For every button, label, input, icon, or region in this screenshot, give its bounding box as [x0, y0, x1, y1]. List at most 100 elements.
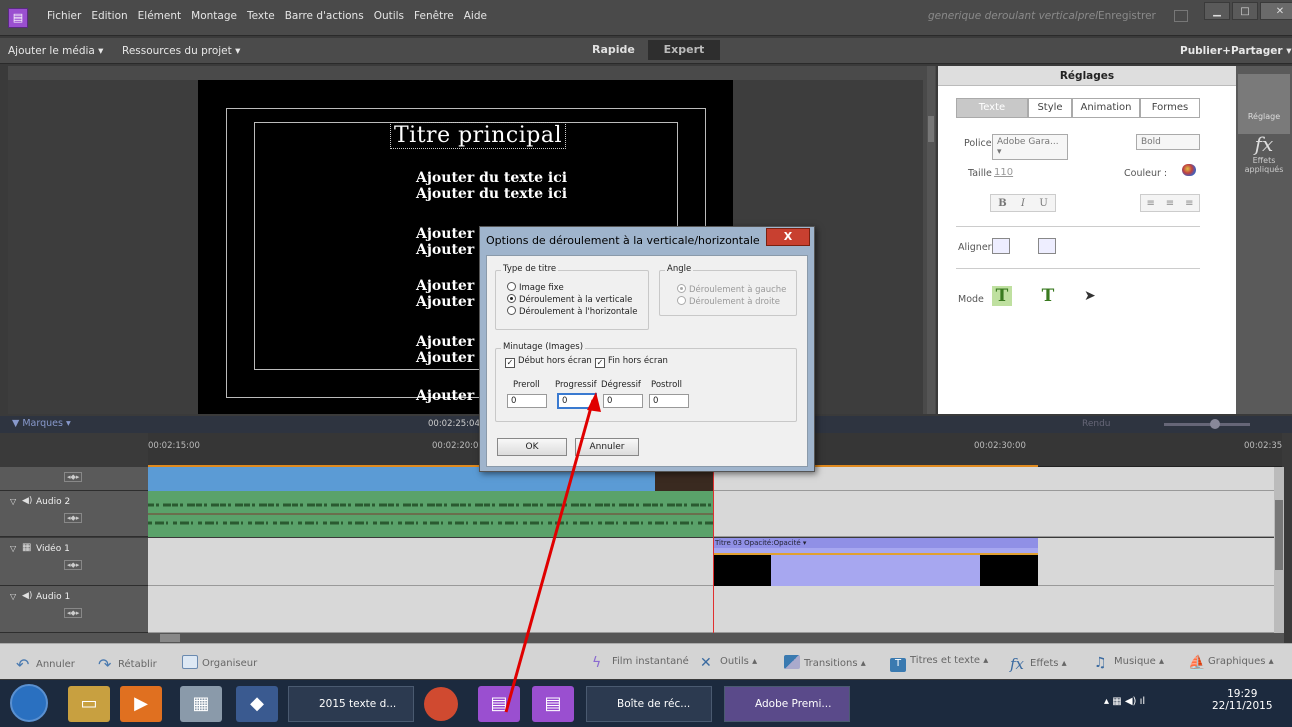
file-explorer-icon[interactable]: ▭: [68, 686, 110, 722]
menu-fenetre[interactable]: Fenêtre: [409, 10, 459, 22]
cancel-button[interactable]: Annuler: [575, 438, 639, 456]
redo-button[interactable]: ↷ Rétablir: [98, 655, 157, 674]
end-offscreen-checkbox[interactable]: ✓ Fin hors écran: [595, 356, 668, 368]
save-button[interactable]: Enregistrer: [1098, 10, 1156, 22]
align-vertical-center-icon[interactable]: [1038, 238, 1056, 254]
reglage-button[interactable]: Réglage: [1238, 74, 1290, 134]
italic-button[interactable]: I: [1021, 198, 1025, 209]
menu-aide[interactable]: Aide: [459, 10, 492, 22]
premiere-elements-icon[interactable]: ▤: [478, 686, 520, 722]
taskbar-task-active[interactable]: Adobe Premi...: [724, 686, 850, 722]
music-button[interactable]: ♫ Musique ▴: [1094, 655, 1164, 671]
align-right-icon[interactable]: ≡: [1185, 198, 1193, 209]
text-line[interactable]: Ajouter: [416, 294, 474, 310]
start-button[interactable]: [10, 684, 48, 722]
text-line[interactable]: Ajouter: [416, 226, 474, 242]
menu-element[interactable]: Elément: [133, 10, 186, 22]
menu-edition[interactable]: Edition: [86, 10, 132, 22]
font-family-select[interactable]: Adobe Gara... ▾: [992, 134, 1068, 160]
menu-barre-actions[interactable]: Barre d'actions: [280, 10, 369, 22]
track-nav-control[interactable]: ◂◆▸: [64, 608, 83, 618]
track-nav-control[interactable]: ◂◆▸: [64, 560, 83, 570]
system-clock[interactable]: 19:29 22/11/2015: [1212, 688, 1273, 712]
menu-montage[interactable]: Montage: [186, 10, 242, 22]
mode-expert-tab[interactable]: Expert: [648, 40, 720, 60]
collapse-icon[interactable]: ▽: [10, 592, 16, 601]
radio-horizontal-scroll[interactable]: Déroulement à l'horizontale: [507, 306, 637, 317]
minimize-button[interactable]: ▁: [1204, 2, 1230, 20]
text-line[interactable]: Ajouter du texte ici: [416, 170, 567, 186]
text-line[interactable]: Ajouter: [416, 350, 474, 366]
track-lane[interactable]: [148, 538, 1274, 586]
tools-button[interactable]: ✕ Outils ▴: [700, 655, 757, 671]
align-center-icon[interactable]: ≡: [1166, 198, 1174, 209]
track-nav-control[interactable]: ◂◆▸: [64, 472, 83, 482]
timeline-horizontal-scrollbar[interactable]: [0, 633, 1284, 643]
ok-button[interactable]: OK: [497, 438, 567, 456]
organizer-button[interactable]: Organiseur: [182, 655, 257, 669]
maximize-button[interactable]: □: [1232, 2, 1258, 20]
font-size-value[interactable]: 110: [994, 167, 1013, 178]
timeline-zoom-slider[interactable]: [1164, 423, 1250, 426]
text-line[interactable]: Ajouter du texte ici: [416, 186, 567, 202]
collapse-icon[interactable]: ▽: [10, 544, 16, 553]
audio-clip[interactable]: [148, 491, 713, 537]
taskbar-task[interactable]: 2015 texte d...: [288, 686, 414, 722]
track-lane[interactable]: [148, 586, 1274, 633]
text-line[interactable]: Ajouter: [416, 334, 474, 350]
tab-formes[interactable]: Formes: [1140, 98, 1200, 118]
mode-rapide-tab[interactable]: Rapide: [592, 43, 635, 56]
radio-image-fixe[interactable]: Image fixe: [507, 282, 564, 293]
instant-movie-button[interactable]: ϟ Film instantané: [592, 655, 689, 671]
applied-effects-button[interactable]: fx Effets appliqués: [1238, 132, 1290, 192]
effects-button[interactable]: fx Effets ▴: [1010, 655, 1067, 673]
transitions-button[interactable]: Transitions ▴: [784, 655, 866, 669]
zoom-slider-handle[interactable]: [1210, 419, 1220, 429]
titles-button[interactable]: T Titres et texte ▴: [890, 655, 988, 672]
picasa-icon[interactable]: [424, 687, 458, 721]
preroll-input[interactable]: 0: [507, 394, 547, 408]
opacity-line[interactable]: [713, 553, 1038, 555]
menu-outils[interactable]: Outils: [369, 10, 409, 22]
menu-texte[interactable]: Texte: [242, 10, 280, 22]
close-window-button[interactable]: ✕: [1260, 2, 1292, 20]
align-left-icon[interactable]: ≡: [1146, 198, 1154, 209]
radio-vertical-scroll[interactable]: Déroulement à la verticale: [507, 294, 632, 305]
publish-share-menu[interactable]: Publier+Partager ▾: [1180, 45, 1292, 57]
start-offscreen-checkbox[interactable]: ✓ Début hors écran: [505, 356, 592, 368]
tray-icons[interactable]: ▴ ▦ ◀) ıl: [1104, 696, 1145, 707]
undo-button[interactable]: ↶ Annuler: [16, 655, 75, 674]
taskbar-task[interactable]: Boîte de réc...: [586, 686, 712, 722]
splitter-grip[interactable]: [928, 116, 934, 142]
color-picker-icon[interactable]: [1182, 164, 1196, 176]
tab-style[interactable]: Style: [1028, 98, 1072, 118]
align-horizontal-center-icon[interactable]: [992, 238, 1010, 254]
title-clip-label[interactable]: Titre 03 Opacité:Opacité ▾: [713, 538, 1038, 548]
radio-scroll-left[interactable]: Déroulement à gauche: [677, 284, 786, 295]
text-line[interactable]: Ajouter: [416, 242, 474, 258]
tab-texte[interactable]: Texte: [956, 98, 1028, 118]
window-layout-icon[interactable]: [1174, 10, 1188, 22]
title-main-text[interactable]: Titre principal: [390, 122, 566, 149]
radio-scroll-right[interactable]: Déroulement à droite: [677, 296, 780, 307]
horizontal-text-tool-icon[interactable]: T: [992, 286, 1012, 306]
postroll-input[interactable]: 0: [649, 394, 689, 408]
font-weight-select[interactable]: Bold: [1136, 134, 1200, 150]
premiere-elements-icon[interactable]: ▤: [532, 686, 574, 722]
project-resources-menu[interactable]: Ressources du projet ▾: [122, 45, 240, 57]
graphics-button[interactable]: ⛵ Graphiques ▴: [1188, 655, 1274, 671]
vertical-text-tool-icon[interactable]: T: [1038, 286, 1058, 306]
text-line[interactable]: Ajouter: [416, 278, 474, 294]
menu-fichier[interactable]: Fichier: [42, 10, 86, 22]
add-media-menu[interactable]: Ajouter le média ▾: [8, 45, 103, 57]
markers-menu[interactable]: ▼ Marques ▾: [12, 418, 71, 429]
bold-button[interactable]: B: [998, 198, 1006, 209]
track-nav-control[interactable]: ◂◆▸: [64, 513, 83, 523]
calculator-icon[interactable]: ▦: [180, 686, 222, 722]
dialog-close-button[interactable]: X: [766, 228, 810, 246]
text-line[interactable]: Ajouter: [416, 388, 474, 404]
tab-animation[interactable]: Animation: [1072, 98, 1140, 118]
render-button[interactable]: Rendu: [1082, 419, 1111, 429]
horizontal-scroll-thumb[interactable]: [160, 634, 180, 642]
underline-button[interactable]: U: [1039, 198, 1047, 209]
